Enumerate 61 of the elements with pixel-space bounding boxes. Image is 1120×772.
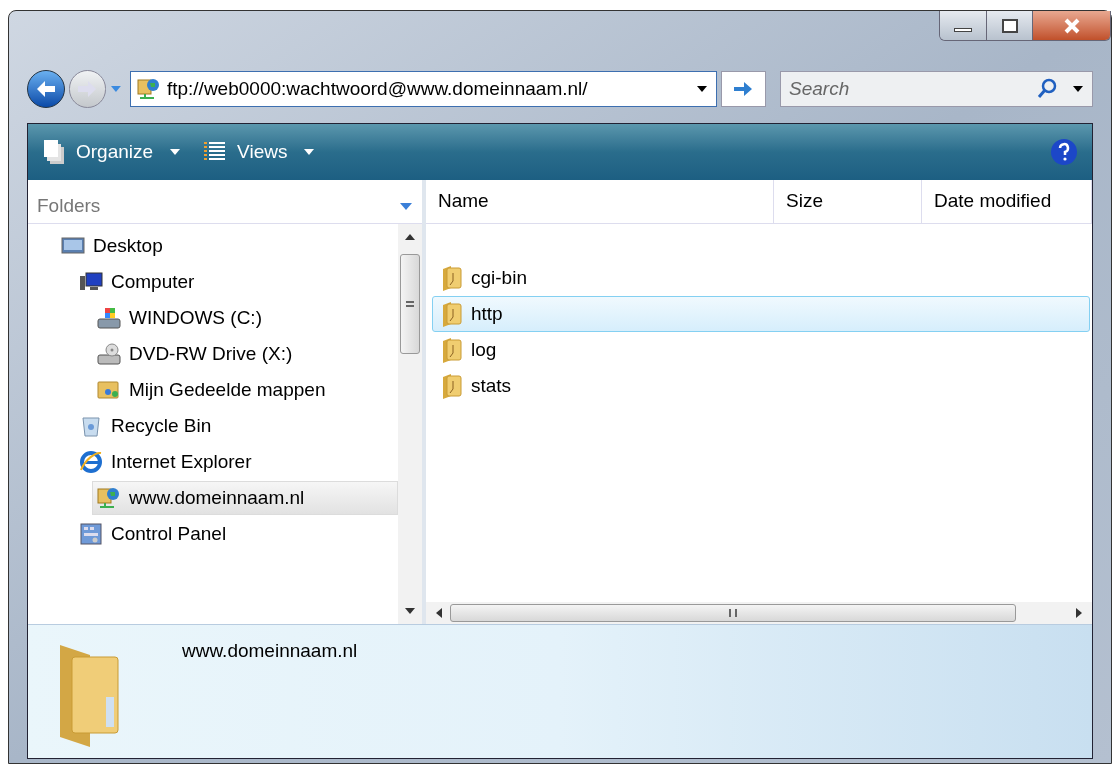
horizontal-scrollbar[interactable] [426,602,1092,624]
disc-drive-icon [97,342,121,366]
back-button[interactable] [27,70,65,108]
file-row[interactable]: stats [432,368,1090,404]
folder-icon [441,373,463,399]
address-field[interactable]: ftp://web0000:wachtwoord@www.domeinnaam.nl/ [129,71,717,107]
search-icon [1036,78,1058,100]
file-row[interactable]: log [432,332,1090,368]
file-row[interactable]: http [432,296,1090,332]
toolbar-button[interactable]: Organize [42,137,182,167]
scrollbar-thumb[interactable] [450,604,1016,622]
toolbar-button[interactable]: Views [203,137,316,167]
control-panel-icon [79,522,103,546]
tree-item[interactable]: WINDOWS (C:) [92,301,398,335]
recycle-bin-icon [79,414,103,438]
tree-item[interactable]: Recycle Bin [74,409,398,443]
scroll-right-icon [1076,608,1082,618]
search-field[interactable]: Search [789,74,1036,104]
network-folder-icon [136,77,161,101]
dropdown-caret-icon [1072,85,1084,93]
tree-item[interactable]: www.domeinnaam.nl [92,481,398,515]
tree-item[interactable]: Control Panel [74,517,398,551]
close-icon [1062,17,1081,34]
maximize-icon [1001,18,1018,33]
pane-title: Folders [37,194,101,219]
folder-icon [441,301,463,327]
tree-item[interactable]: Mijn Gedeelde mappen [92,373,398,407]
dropdown-caret-icon [110,85,122,93]
shared-folder-icon [97,378,121,402]
scroll-left-icon [436,608,442,618]
hard-drive-icon [97,306,121,330]
column-header[interactable]: Size [774,180,922,223]
browser-icon [79,450,103,474]
tree-item[interactable]: Desktop [56,229,398,263]
tree-item[interactable]: Computer [74,265,398,299]
item-name: www.domeinnaam.nl [182,639,358,663]
folder-icon [441,337,463,363]
dropdown-caret-icon [695,85,708,93]
scrollbar-thumb[interactable] [400,254,420,354]
caret-icon [169,148,182,156]
minimize-icon [954,28,972,32]
vertical-scrollbar[interactable] [398,224,422,624]
scroll-up-icon [405,234,415,240]
column-header[interactable]: Date modified [922,180,1092,223]
search-box[interactable]: Search [780,71,1093,107]
maximize-button[interactable] [986,11,1032,40]
caret-icon [303,148,316,156]
caret-icon [399,202,413,211]
stacked-pages-icon [42,138,66,166]
close-button[interactable] [1032,11,1110,40]
help-icon [1050,138,1078,166]
tree-item[interactable]: Internet Explorer [74,445,398,479]
go-button[interactable] [720,71,766,107]
network-folder-icon [97,486,121,510]
minimize-button[interactable] [940,11,986,40]
tree-item[interactable]: DVD-RW Drive (X:) [92,337,398,371]
file-row[interactable]: cgi-bin [432,260,1090,296]
forward-arrow-icon [76,79,99,99]
folder-icon [441,265,463,291]
scroll-down-icon [405,608,415,614]
column-header[interactable]: Name [426,180,774,223]
